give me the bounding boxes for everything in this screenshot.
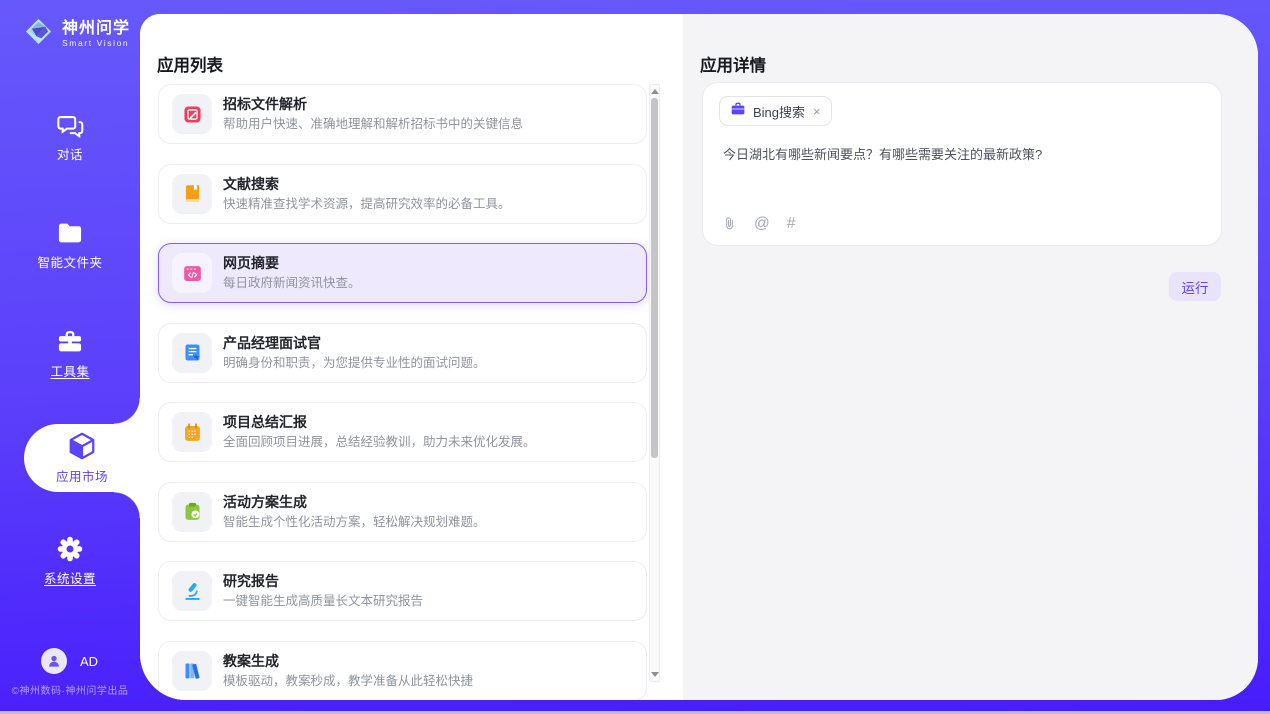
close-icon[interactable]: × <box>813 105 821 118</box>
app-name: 教案生成 <box>223 652 473 670</box>
paperclip-icon[interactable] <box>722 215 737 232</box>
scrollbar-thumb[interactable] <box>651 98 658 458</box>
microscope-icon <box>172 571 212 611</box>
briefcase-icon <box>730 101 746 122</box>
book-icon <box>172 174 212 214</box>
user-name: AD <box>80 654 98 669</box>
app-list-item-网页摘要[interactable]: 网页摘要 每日政府新闻资讯快查。 <box>158 243 647 303</box>
avatar <box>41 648 67 674</box>
app-list-item-教案生成[interactable]: 教案生成 模板驱动，教案秒成，教学准备从此轻松快捷 <box>158 641 647 701</box>
app-detail-panel: 应用详情 Bing搜索 × 今日湖北有哪些新闻要点？有哪些需要关注的最新政策? <box>683 14 1258 700</box>
app-name: 网页摘要 <box>223 254 361 272</box>
toolbox-icon <box>56 328 84 356</box>
app-name: 产品经理面试官 <box>223 334 486 352</box>
brand-name: 神州问学 <box>62 20 130 38</box>
scrollbar[interactable] <box>649 84 660 682</box>
app-list-item-文献搜索[interactable]: 文献搜索 快速精准查找学术资源，提高研究效率的必备工具。 <box>158 164 647 224</box>
prompt-card: Bing搜索 × 今日湖北有哪些新闻要点？有哪些需要关注的最新政策? @ # <box>702 82 1222 246</box>
person-icon <box>46 653 62 669</box>
app-description: 全面回顾项目进展，总结经验教训，助力未来优化发展。 <box>223 434 536 451</box>
hash-icon[interactable]: # <box>787 216 796 232</box>
app-list-item-招标文件解析[interactable]: 招标文件解析 帮助用户快速、准确地理解和解析招标书中的关键信息 <box>158 84 647 144</box>
gear-icon <box>56 535 84 563</box>
chat-icon <box>57 112 84 139</box>
sidebar-item-chat[interactable]: 对话 <box>0 109 140 165</box>
app-list-item-研究报告[interactable]: 研究报告 一键智能生成高质量长文本研究报告 <box>158 561 647 621</box>
sidebar-item-tools[interactable]: 工具集 <box>0 326 140 382</box>
books-icon <box>172 651 212 691</box>
app-name: 活动方案生成 <box>223 493 486 511</box>
app-description: 快速精准查找学术资源，提高研究效率的必备工具。 <box>223 196 511 213</box>
attachment-toolbar: @ # <box>722 215 795 232</box>
web-code-icon <box>172 253 212 293</box>
app-name: 招标文件解析 <box>223 95 523 113</box>
brand-logo: 神州问学 Smart Vision <box>23 16 130 52</box>
app-description: 一键智能生成高质量长文本研究报告 <box>223 593 423 610</box>
app-name: 项目总结汇报 <box>223 413 536 431</box>
tool-chip-label: Bing搜索 <box>753 102 805 121</box>
sidebar-item-market[interactable]: 应用市场 <box>24 424 140 492</box>
app-list-item-项目总结汇报[interactable]: 项目总结汇报 全面回顾项目进展，总结经验教训，助力未来优化发展。 <box>158 402 647 462</box>
app-description: 模板驱动，教案秒成，教学准备从此轻松快捷 <box>223 673 473 690</box>
sidebar-footer: ©神州数码·神州问学出品 <box>0 682 140 697</box>
app-list-item-产品经理面试官[interactable]: 产品经理面试官 明确身份和职责，为您提供专业性的面试问题。 <box>158 323 647 383</box>
app-list-title: 应用列表 <box>157 52 223 76</box>
edit-doc-icon <box>172 94 212 134</box>
prompt-input[interactable]: 今日湖北有哪些新闻要点？有哪些需要关注的最新政策? <box>723 145 1201 164</box>
tool-chip-bing-search[interactable]: Bing搜索 × <box>719 96 832 126</box>
run-button[interactable]: 运行 <box>1169 272 1221 301</box>
content-area: 应用列表 招标文件解析 帮助用户快速、准确地理解和解析招标书中的关键信息 文献搜… <box>140 14 1258 700</box>
diamond-logo-icon <box>23 16 54 52</box>
app-detail-title: 应用详情 <box>700 52 766 76</box>
mention-icon[interactable]: @ <box>754 216 770 232</box>
notepad-icon <box>172 412 212 452</box>
sidebar-item-folders[interactable]: 智能文件夹 <box>0 217 140 273</box>
cube-icon <box>67 431 97 461</box>
folder-icon <box>56 219 84 247</box>
sidebar: 神州问学 Smart Vision 对话 智能文件夹 工具集 应用市场 系统设置… <box>0 0 140 711</box>
interview-icon <box>172 333 212 373</box>
scroll-down-icon[interactable] <box>651 672 659 677</box>
app-description: 明确身份和职责，为您提供专业性的面试问题。 <box>223 355 486 372</box>
app-name: 研究报告 <box>223 572 423 590</box>
scroll-up-icon[interactable] <box>651 89 659 94</box>
clipboard-icon <box>172 492 212 532</box>
app-list: 招标文件解析 帮助用户快速、准确地理解和解析招标书中的关键信息 文献搜索 快速精… <box>158 84 647 700</box>
app-name: 文献搜索 <box>223 175 511 193</box>
user-row[interactable]: AD <box>41 648 98 674</box>
app-description: 帮助用户快速、准确地理解和解析招标书中的关键信息 <box>223 116 523 133</box>
app-list-panel: 应用列表 招标文件解析 帮助用户快速、准确地理解和解析招标书中的关键信息 文献搜… <box>140 14 683 700</box>
app-list-item-活动方案生成[interactable]: 活动方案生成 智能生成个性化活动方案，轻松解决规划难题。 <box>158 482 647 542</box>
app-window: 神州问学 Smart Vision 对话 智能文件夹 工具集 应用市场 系统设置… <box>0 0 1270 714</box>
app-description: 智能生成个性化活动方案，轻松解决规划难题。 <box>223 514 486 531</box>
brand-subtitle: Smart Vision <box>62 38 130 48</box>
sidebar-item-settings[interactable]: 系统设置 <box>0 533 140 589</box>
app-description: 每日政府新闻资讯快查。 <box>223 275 361 292</box>
